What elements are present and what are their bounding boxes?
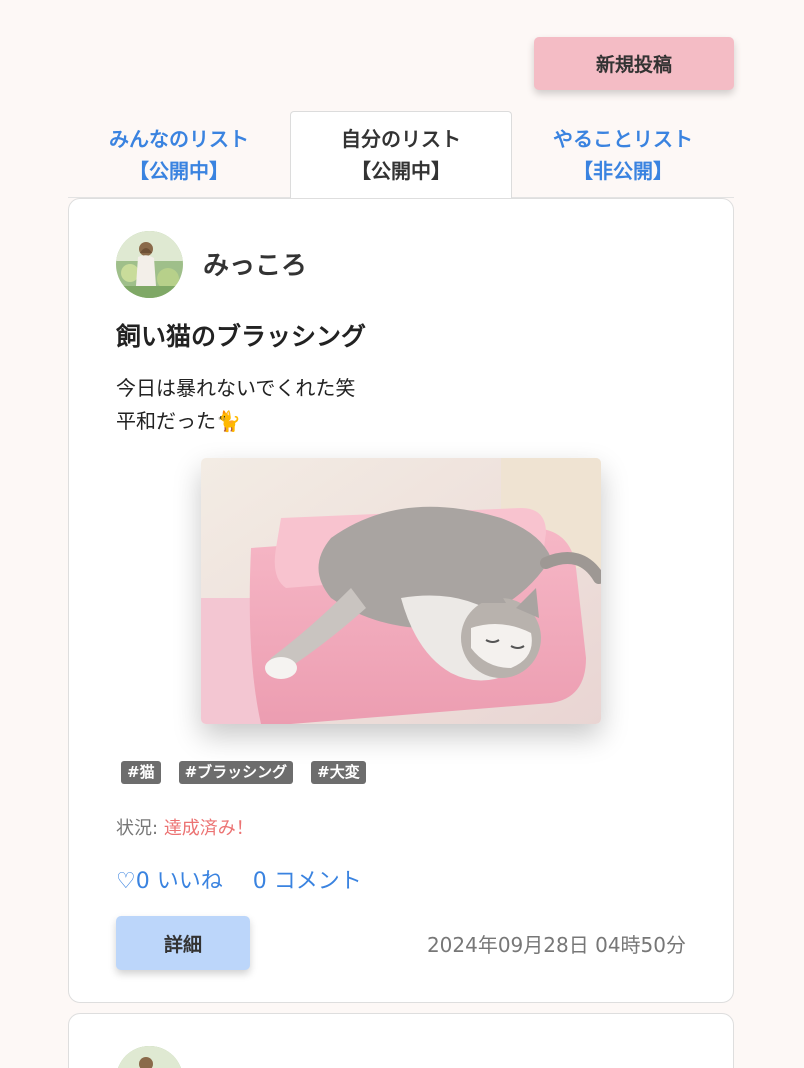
tab-status: 【公開中】: [351, 159, 451, 183]
tab-label: 自分のリスト: [341, 127, 461, 151]
tab-status: 【公開中】: [129, 158, 229, 183]
tag[interactable]: #大変: [311, 761, 366, 784]
username: みっころ: [203, 251, 308, 281]
post-image-cat[interactable]: [201, 458, 601, 724]
tab-everyones-list[interactable]: みんなのリスト 【公開中】: [68, 111, 290, 198]
list-tabs: みんなのリスト 【公開中】 自分のリスト 【公開中】 やることリスト 【非公開】: [68, 111, 734, 199]
detail-button[interactable]: 詳細: [116, 916, 250, 970]
post-card: みっころ 飼い猫のブラッシング 今日は暴れないでくれた笑 平和だった🐈 #猫 #…: [68, 198, 734, 1003]
tag[interactable]: #猫: [121, 761, 161, 784]
status: 状況: 達成済み！: [116, 814, 254, 840]
comment-link[interactable]: 0 コメント: [253, 863, 362, 895]
tab-label: やることリスト: [553, 126, 693, 151]
new-post-button[interactable]: 新規投稿: [534, 37, 734, 90]
post-body-line: 今日は暴れないでくれた笑: [116, 376, 356, 400]
status-value: 達成済み！: [163, 818, 254, 839]
avatar[interactable]: [116, 1046, 183, 1068]
status-label: 状況:: [116, 818, 159, 839]
page: 新規投稿 みんなのリスト 【公開中】 自分のリスト 【公開中】 やることリスト …: [0, 0, 804, 1068]
post-title: 飼い猫のブラッシング: [116, 322, 367, 351]
post-timestamp: 2024年09月28日 04時50分: [426, 933, 686, 957]
like-button[interactable]: ♡0 いいね: [116, 863, 223, 895]
tag-list: #猫 #ブラッシング #大変: [121, 761, 366, 784]
post-card: [68, 1013, 734, 1068]
tab-my-list[interactable]: 自分のリスト 【公開中】: [290, 111, 512, 199]
tag[interactable]: #ブラッシング: [178, 761, 294, 784]
tab-status: 【非公開】: [573, 158, 673, 183]
reactions: ♡0 いいね 0 コメント: [116, 863, 362, 895]
avatar[interactable]: [116, 231, 183, 298]
post-body-line: 平和だった🐈: [116, 409, 241, 433]
tab-todo-list[interactable]: やることリスト 【非公開】: [512, 111, 734, 198]
post-body: 今日は暴れないでくれた笑 平和だった🐈: [116, 372, 355, 438]
tab-label: みんなのリスト: [109, 126, 249, 151]
